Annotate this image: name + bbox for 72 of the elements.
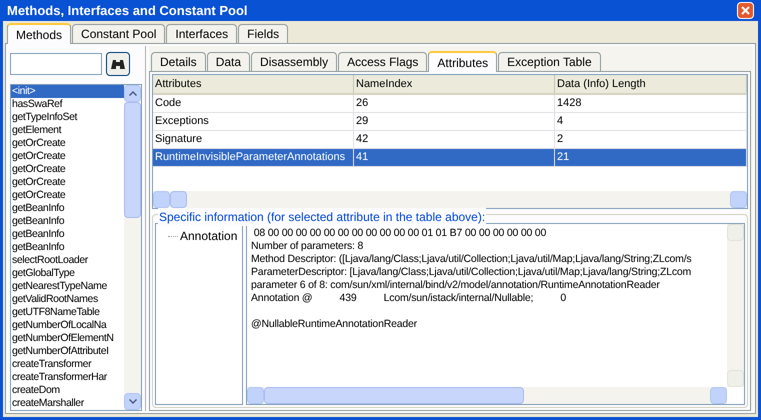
tab[interactable]: Methods bbox=[7, 23, 72, 44]
method-item[interactable]: getOrCreate bbox=[11, 189, 124, 202]
table-cell: Signature bbox=[153, 131, 354, 148]
method-item[interactable]: hasSwaRef bbox=[11, 98, 124, 111]
table-cell: 26 bbox=[354, 95, 555, 112]
method-item[interactable]: createTransformer bbox=[11, 358, 124, 371]
search-field[interactable] bbox=[10, 53, 102, 75]
table-cell: 41 bbox=[354, 149, 555, 166]
table-cell: 2 bbox=[555, 131, 747, 148]
column-header[interactable]: Attributes bbox=[153, 75, 354, 93]
tab[interactable]: Data bbox=[206, 52, 250, 71]
close-button[interactable] bbox=[737, 2, 754, 19]
horizontal-scrollbar[interactable] bbox=[153, 191, 747, 208]
info-line: ParameterDescriptor: [Ljava/lang/Class;Ljava/util/Collection;Ljava/util/Map;Ljava/lang/String;ZLcom bbox=[251, 266, 692, 279]
find-button[interactable] bbox=[106, 52, 130, 76]
method-item[interactable]: createMarshaller bbox=[11, 397, 124, 410]
info-line: Annotation @ 439 Lcom/sun/istack/internal/Nullable; 0 bbox=[251, 292, 568, 305]
method-item[interactable]: getOrCreate bbox=[11, 176, 124, 189]
table-cell: 4 bbox=[555, 113, 747, 130]
method-item[interactable]: getNearestTypeName bbox=[11, 280, 124, 293]
tab[interactable]: Exception Table bbox=[498, 52, 601, 71]
tab[interactable]: Interfaces bbox=[166, 24, 238, 43]
column-header[interactable]: NameIndex bbox=[354, 75, 555, 93]
vertical-scrollbar[interactable] bbox=[124, 85, 141, 410]
tab[interactable]: Attributes bbox=[428, 51, 498, 72]
method-item[interactable]: getOrCreate bbox=[11, 163, 124, 176]
tab[interactable]: Constant Pool bbox=[72, 24, 166, 43]
column-header[interactable]: Data (Info) Length bbox=[555, 75, 747, 93]
tab[interactable]: Details bbox=[151, 52, 206, 71]
method-item[interactable]: selectRootLoader bbox=[11, 254, 124, 267]
binoculars-icon bbox=[110, 57, 126, 71]
horizontal-scrollbar[interactable] bbox=[247, 387, 727, 404]
table-row[interactable]: RuntimeInvisibleParameterAnnotations 41 21 bbox=[153, 149, 747, 167]
tab[interactable]: Disassembly bbox=[251, 52, 338, 71]
method-item[interactable]: getUTF8NameTable bbox=[11, 306, 124, 319]
method-item[interactable]: getGlobalType bbox=[11, 267, 124, 280]
method-item[interactable]: getNumberOfLocalNa bbox=[11, 319, 124, 332]
method-item[interactable]: createDom bbox=[11, 384, 124, 397]
method-item[interactable]: getBeanInfo bbox=[11, 228, 124, 241]
table-row[interactable]: Exceptions 29 4 bbox=[153, 113, 747, 131]
tab[interactable]: Fields bbox=[238, 24, 288, 43]
method-item[interactable]: createTransformerHar bbox=[11, 371, 124, 384]
info-line: Method Descriptor: ([Ljava/lang/Class;Ljava/util/Collection;Ljava/util/Map;Ljava/lang/String;ZLcom/s bbox=[251, 253, 692, 266]
tree-item[interactable]: Annotation bbox=[180, 227, 238, 245]
method-item[interactable]: getTypeInfoSet bbox=[11, 111, 124, 124]
method-item[interactable]: getBeanInfo bbox=[11, 215, 124, 228]
table-cell: 29 bbox=[354, 113, 555, 130]
close-icon bbox=[741, 6, 750, 15]
method-item[interactable]: getBeanInfo bbox=[11, 241, 124, 254]
table-cell: 1428 bbox=[555, 95, 747, 112]
info-line: 08 00 00 00 00 00 00 00 00 00 00 00 01 01 B7 00 00 00 00 00 00 bbox=[252, 227, 548, 240]
table-cell: 42 bbox=[354, 131, 555, 148]
info-line: @NullableRuntimeAnnotationReader bbox=[251, 318, 418, 331]
method-item[interactable]: getNumberOfAttributeI bbox=[11, 345, 124, 358]
info-line: Number of parameters: 8 bbox=[251, 240, 364, 253]
table-cell: 21 bbox=[555, 149, 747, 166]
window-title: Methods, Interfaces and Constant Pool bbox=[7, 2, 248, 20]
method-item[interactable]: getValidRootNames bbox=[11, 293, 124, 306]
table-cell: Exceptions bbox=[153, 113, 354, 130]
table-cell: RuntimeInvisibleParameterAnnotations bbox=[153, 149, 354, 166]
info-line: parameter 6 of 8: com/sun/xml/internal/bind/v2/model/annotation/RuntimeAnnotationReader bbox=[251, 279, 661, 292]
group-title: Specific information (for selected attribute in the table above): bbox=[158, 208, 486, 226]
tab[interactable]: Access Flags bbox=[338, 52, 428, 71]
method-item[interactable]: getOrCreate bbox=[11, 137, 124, 150]
method-item[interactable]: getElement bbox=[11, 124, 124, 137]
table-cell: Code bbox=[153, 95, 354, 112]
vertical-scrollbar[interactable] bbox=[727, 224, 744, 387]
table-row[interactable]: Code 26 1428 bbox=[153, 95, 747, 113]
method-item[interactable]: getNumberOfElementN bbox=[11, 332, 124, 345]
method-item[interactable]: <init> bbox=[11, 85, 124, 98]
method-item[interactable]: getBeanInfo bbox=[11, 202, 124, 215]
method-item[interactable]: getOrCreate bbox=[11, 150, 124, 163]
